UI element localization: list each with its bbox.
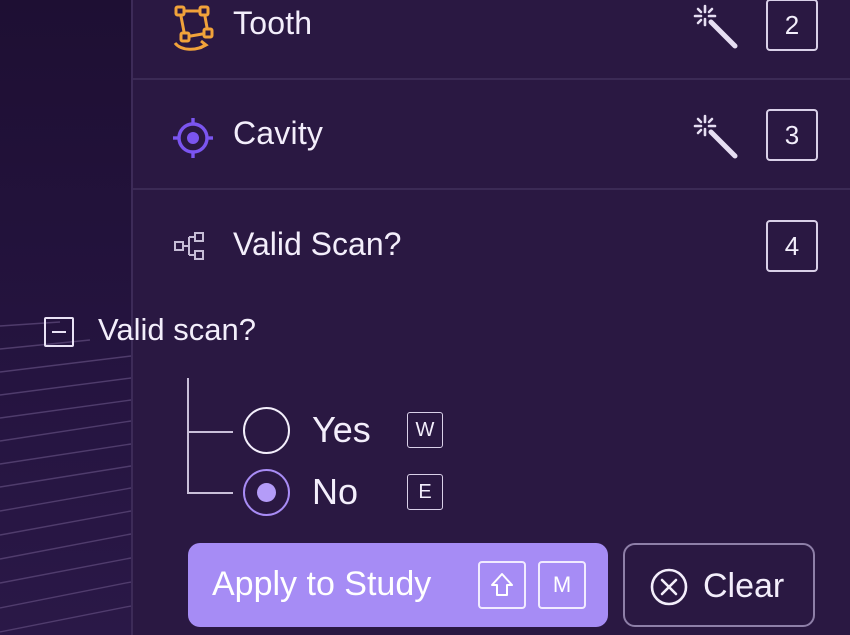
clear-button[interactable]: Clear (623, 543, 815, 627)
option-no[interactable]: No E (243, 469, 503, 517)
close-circle-icon (649, 567, 689, 607)
question-group: Valid scan? (44, 308, 644, 358)
option-label: Yes (312, 409, 371, 450)
radio-button-selected[interactable] (243, 469, 290, 516)
hotkey-badge: E (407, 474, 443, 510)
apply-to-study-button[interactable]: Apply to Study M (188, 543, 608, 627)
shortcut-key: 3 (766, 109, 818, 161)
tool-label: Cavity (233, 115, 324, 151)
tool-label: Tooth (233, 5, 313, 41)
classification-label: Valid Scan? (233, 226, 402, 262)
shortcut-key: 2 (766, 0, 818, 51)
hotkey-badge: M (538, 561, 586, 609)
magic-wand-icon[interactable] (691, 112, 741, 162)
tree-connector (187, 431, 233, 433)
button-label: Clear (703, 567, 785, 605)
classification-row[interactable]: Valid Scan? 4 (133, 192, 850, 302)
target-icon (169, 114, 217, 162)
tree-connector (187, 492, 233, 494)
tool-row-cavity[interactable]: Cavity 3 (133, 82, 850, 190)
button-label: Apply to Study (212, 565, 432, 603)
hierarchy-icon (173, 230, 213, 262)
hotkey-badge: W (407, 412, 443, 448)
shift-icon (478, 561, 526, 609)
radio-button[interactable] (243, 407, 290, 454)
polygon-icon (169, 4, 217, 52)
option-label: No (312, 471, 359, 512)
magic-wand-icon[interactable] (691, 2, 741, 52)
question-label: Valid scan? (98, 312, 256, 347)
tree-connector (187, 378, 189, 494)
collapse-toggle[interactable] (44, 317, 74, 347)
option-yes[interactable]: Yes W (243, 407, 503, 455)
shortcut-key: 4 (766, 220, 818, 272)
tool-row-tooth[interactable]: Tooth 2 (133, 0, 850, 80)
